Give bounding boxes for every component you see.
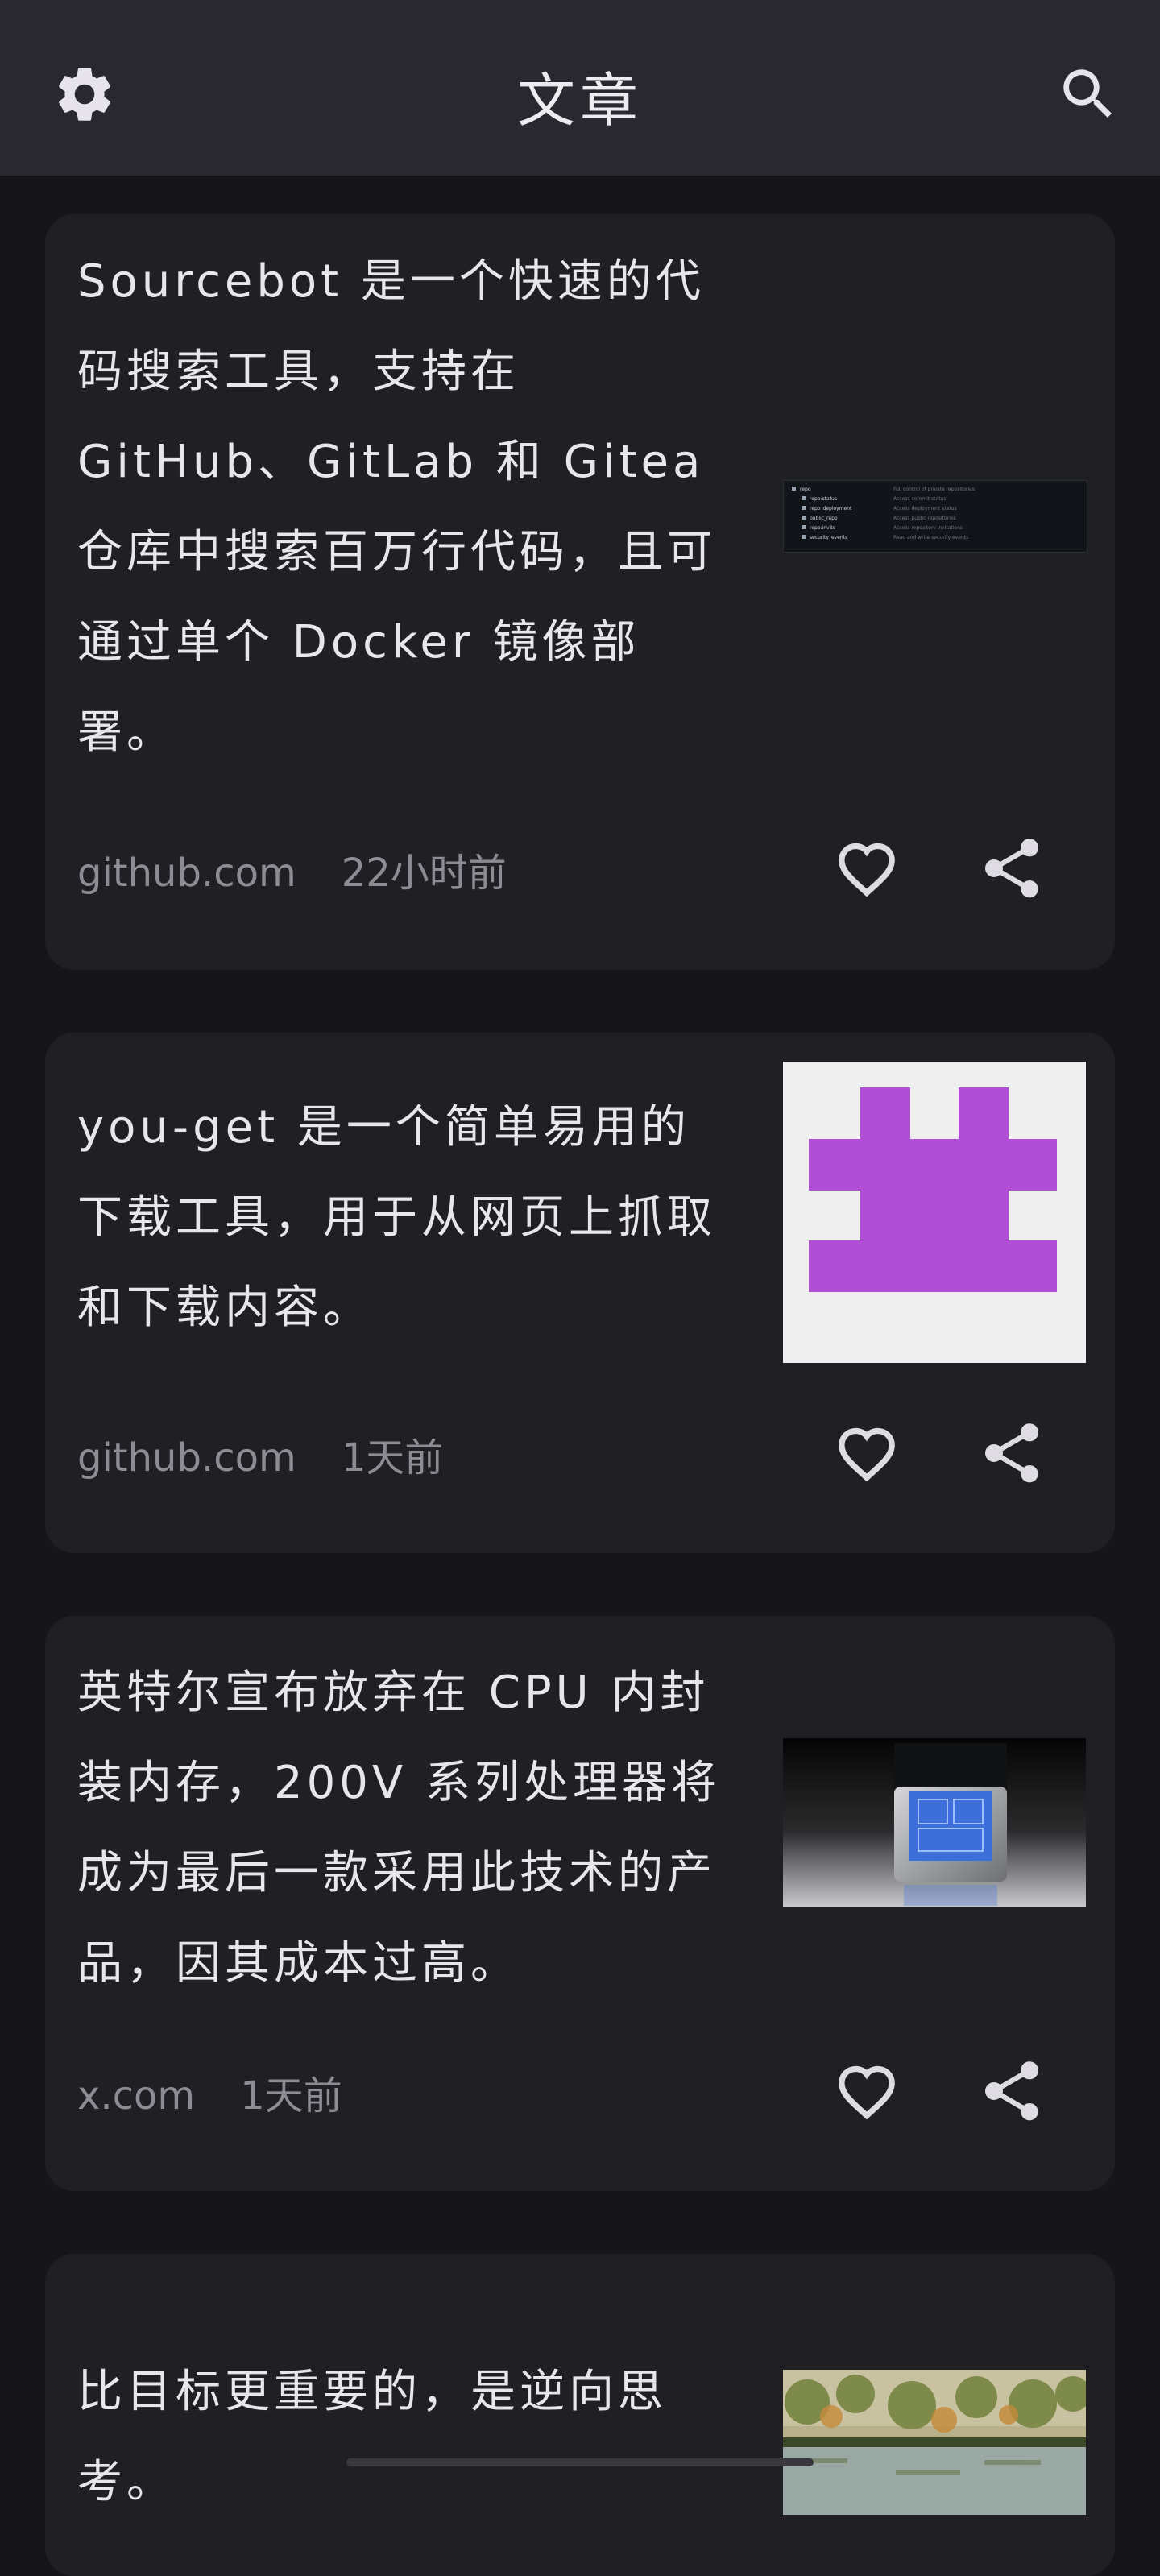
scope-description: Full control of private repositories xyxy=(893,487,975,492)
checkbox-mark xyxy=(802,506,806,510)
article-time: 1天前 xyxy=(240,2073,342,2118)
article-time: 22小时前 xyxy=(341,851,507,896)
scope-name: public_repo xyxy=(810,516,838,521)
share-icon[interactable] xyxy=(976,1418,1047,1489)
scope-name: security_events xyxy=(810,535,847,540)
article-source: github.com xyxy=(77,851,296,896)
checkbox-mark xyxy=(802,516,806,520)
top-app-bar: 文章 xyxy=(0,0,1160,176)
article-source: x.com xyxy=(77,2073,196,2118)
heart-icon[interactable] xyxy=(831,833,902,904)
purple-identicon xyxy=(809,1087,1057,1292)
article-thumbnail[interactable]: repo Full control of private repositories… xyxy=(783,480,1088,553)
scope-name: repo:invite xyxy=(810,525,836,531)
article-card[interactable]: 英特尔宣布放弃在 CPU 内封装内存，200V 系列处理器将成为最后一款采用此技… xyxy=(45,1616,1115,2191)
article-meta: x.com 1天前 xyxy=(77,2064,342,2120)
scope-description: Read and write security events xyxy=(893,535,968,540)
page-title: 文章 xyxy=(516,67,643,135)
scope-name: repo:status xyxy=(810,496,837,502)
article-thumbnail[interactable] xyxy=(783,1738,1086,1907)
search-icon[interactable] xyxy=(1055,61,1121,127)
article-time: 1天前 xyxy=(341,1435,444,1481)
heart-icon[interactable] xyxy=(831,2056,902,2127)
article-text: 比目标更重要的，是逆向思考。 xyxy=(77,2366,667,2508)
scope-description: Access deployment status xyxy=(893,506,957,511)
scope-description: Access repository invitations xyxy=(893,525,963,531)
article-card[interactable]: you-get 是一个简单易用的下载工具，用于从网页上抓取和下载内容。 gith… xyxy=(45,1033,1115,1553)
article-text: 英特尔宣布放弃在 CPU 内封装内存，200V 系列处理器将成为最后一款采用此技… xyxy=(77,1667,720,1990)
heart-icon[interactable] xyxy=(831,1418,902,1489)
article-thumbnail[interactable] xyxy=(783,1062,1086,1363)
article-text: you-get 是一个简单易用的下载工具，用于从网页上抓取和下载内容。 xyxy=(77,1101,716,1334)
checkbox-mark xyxy=(802,535,806,539)
home-indicator xyxy=(346,2458,814,2466)
token-scopes-screenshot: repo Full control of private repositories… xyxy=(792,487,975,540)
scope-description: Access public repositories xyxy=(893,516,956,521)
scope-description: Access commit status xyxy=(893,496,946,502)
article-thumbnail[interactable] xyxy=(783,2370,1086,2515)
checkbox-mark xyxy=(802,496,806,500)
share-icon[interactable] xyxy=(976,833,1047,904)
article-meta: github.com 22小时前 xyxy=(77,841,507,897)
impressionist-painting xyxy=(783,2370,1086,2515)
article-source: github.com xyxy=(77,1435,296,1481)
scope-name: repo xyxy=(800,487,811,492)
article-text: Sourcebot 是一个快速的代码搜索工具，支持在 GitHub、GitLab… xyxy=(77,255,716,759)
article-card[interactable]: Sourcebot 是一个快速的代码搜索工具，支持在 GitHub、GitLab… xyxy=(45,214,1115,970)
share-icon[interactable] xyxy=(976,2056,1047,2127)
article-card[interactable]: 比目标更重要的，是逆向思考。 xyxy=(45,2254,1115,2576)
article-meta: github.com 1天前 xyxy=(77,1426,443,1482)
cpu-chip-render xyxy=(783,1738,1086,1907)
checkbox-mark xyxy=(802,525,806,529)
scope-name: repo_deployment xyxy=(810,506,852,511)
checkbox-mark xyxy=(792,487,796,491)
